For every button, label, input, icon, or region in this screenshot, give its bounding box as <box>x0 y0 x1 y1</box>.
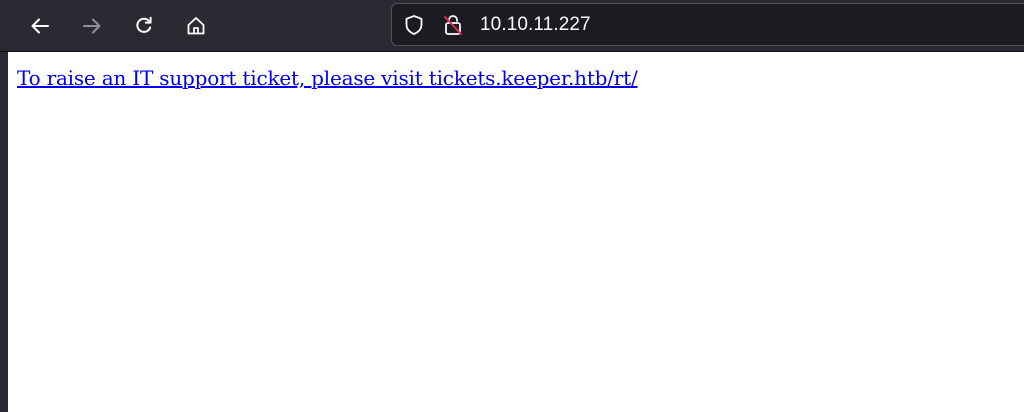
forward-button[interactable] <box>75 9 109 43</box>
arrow-left-icon <box>31 18 49 34</box>
back-button[interactable] <box>23 9 57 43</box>
url-text[interactable]: 10.10.11.227 <box>480 14 591 36</box>
home-icon <box>187 17 205 35</box>
reload-icon <box>136 16 152 33</box>
arrow-right-icon <box>83 18 101 34</box>
window-edge <box>0 52 8 412</box>
home-button[interactable] <box>179 9 213 43</box>
lock-strikethrough-icon[interactable] <box>442 13 464 37</box>
reload-button[interactable] <box>127 9 161 43</box>
shield-icon[interactable] <box>403 14 425 36</box>
address-bar[interactable]: 10.10.11.227 <box>391 3 1024 46</box>
browser-window: 10.10.11.227 To raise an IT support tick… <box>0 0 1024 412</box>
browser-toolbar: 10.10.11.227 <box>0 0 1024 52</box>
ticket-link[interactable]: To raise an IT support ticket, please vi… <box>17 65 638 91</box>
page-content: To raise an IT support ticket, please vi… <box>8 53 1024 412</box>
